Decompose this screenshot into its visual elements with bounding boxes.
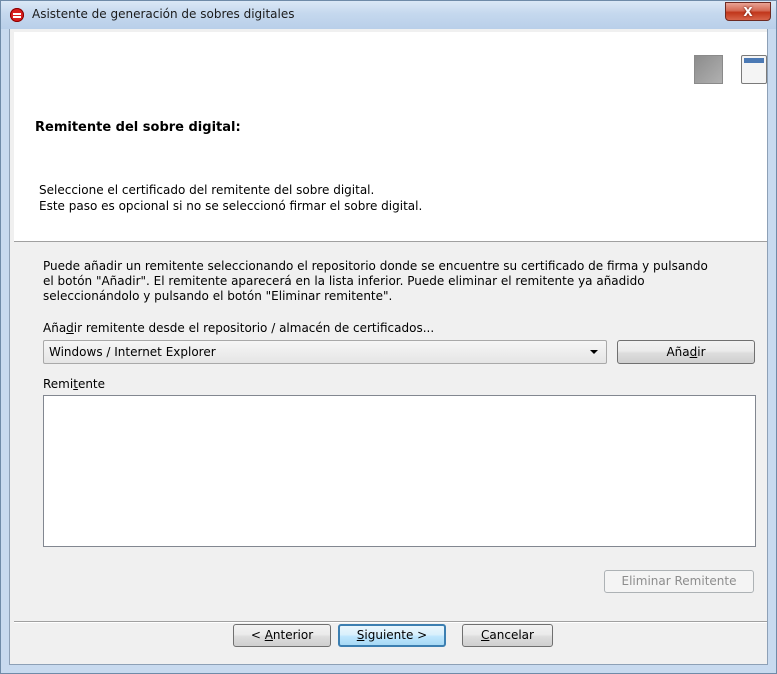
- view-mode-window-icon[interactable]: [741, 55, 767, 84]
- previous-button[interactable]: < Anterior: [233, 624, 331, 647]
- repository-dropdown[interactable]: Windows / Internet Explorer: [43, 340, 607, 364]
- next-button-part: iguiente >: [364, 628, 428, 642]
- step-description-line: Seleccione el certificado del remitente …: [39, 183, 375, 197]
- repository-selected-value: Windows / Internet Explorer: [49, 345, 216, 359]
- add-button-part: ir: [697, 345, 706, 359]
- add-button[interactable]: Añadir: [617, 340, 755, 364]
- instructions-text: Puede añadir un remitente seleccionando …: [43, 259, 763, 304]
- sender-list-label-part: Remi: [43, 377, 74, 391]
- cancel-button[interactable]: Cancelar: [462, 624, 553, 647]
- sender-list-label: Remitente: [43, 377, 105, 391]
- sender-list-label-part: ente: [77, 377, 106, 391]
- sender-list[interactable]: [43, 395, 756, 547]
- add-button-part: Aña: [666, 345, 690, 359]
- wizard-window: Asistente de generación de sobres digita…: [0, 0, 777, 674]
- step-description-line: Este paso es opcional si no se seleccion…: [39, 199, 423, 213]
- repository-label: Añadir remitente desde el repositorio / …: [43, 321, 434, 335]
- close-button[interactable]: X: [725, 2, 771, 21]
- repository-label-part: Aña: [43, 321, 67, 335]
- title-bar[interactable]: Asistente de generación de sobres digita…: [1, 1, 776, 29]
- footer-separator: [14, 621, 767, 623]
- instructions-line: seleccionándolo y pulsando el botón "Eli…: [43, 289, 393, 303]
- remove-sender-button: Eliminar Remitente: [604, 570, 754, 593]
- previous-button-part: <: [250, 628, 265, 642]
- repository-label-part: ir remitente desde el repositorio / alma…: [73, 321, 435, 335]
- instructions-line: el botón "Añadir". El remitente aparecer…: [43, 274, 645, 288]
- view-mode-gray-icon[interactable]: [694, 55, 723, 84]
- previous-button-mnemonic: A: [264, 628, 273, 642]
- window-title: Asistente de generación de sobres digita…: [32, 7, 295, 21]
- cancel-button-part: ancelar: [489, 628, 534, 642]
- instructions-line: Puede añadir un remitente seleccionando …: [43, 259, 708, 273]
- repository-label-mnemonic: d: [66, 321, 74, 335]
- previous-button-part: nterior: [272, 628, 314, 642]
- app-logo-icon: [10, 8, 24, 22]
- chevron-down-icon[interactable]: [590, 350, 598, 354]
- step-title: Remitente del sobre digital:: [35, 120, 241, 135]
- step-description: Seleccione el certificado del remitente …: [39, 182, 422, 214]
- wizard-header: Remitente del sobre digital: Seleccione …: [14, 32, 767, 242]
- next-button[interactable]: Siguiente >: [338, 624, 446, 647]
